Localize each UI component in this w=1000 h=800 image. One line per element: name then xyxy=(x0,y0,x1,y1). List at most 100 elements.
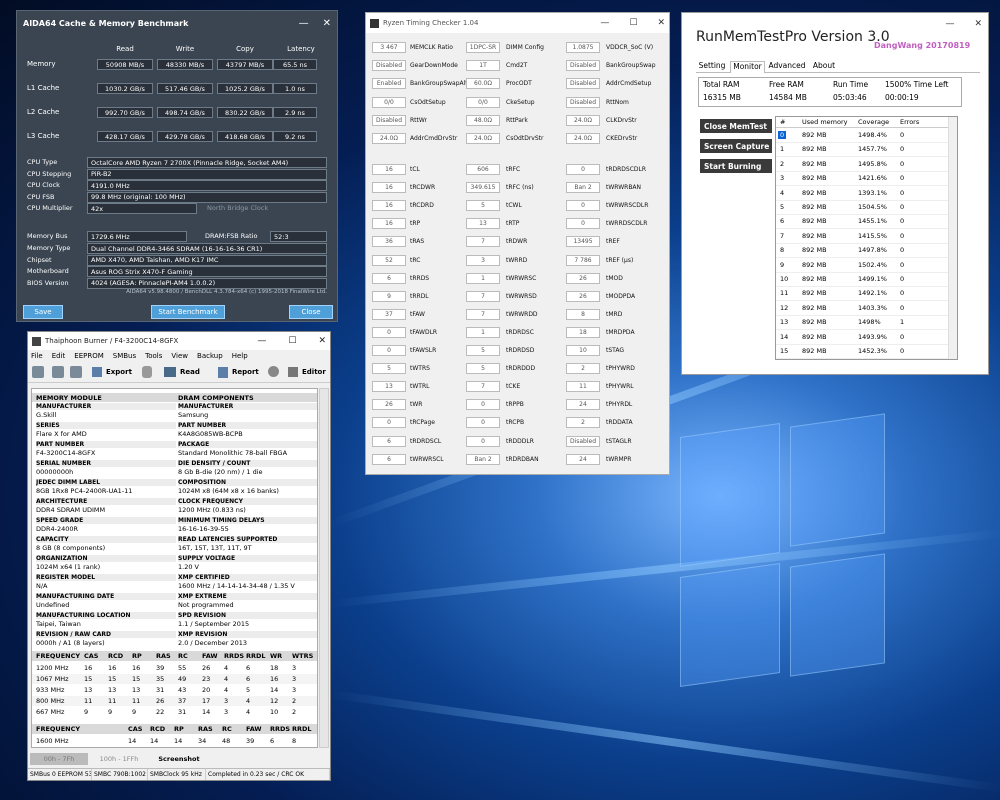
freq-cell: 10 xyxy=(270,708,279,716)
menu-eeprom[interactable]: EEPROM xyxy=(74,352,103,360)
freq-col: RCD xyxy=(108,652,124,660)
table-row[interactable]: 6 892 MB 1455.1% 0 xyxy=(776,215,948,230)
rmt-window[interactable]: — ✕ RunMemTestPro Version 3.0 DangWang 20… xyxy=(681,12,989,375)
spd-key: REVISION / RAW CARD xyxy=(36,631,176,638)
screenshot-button[interactable]: Screenshot xyxy=(150,753,208,765)
table-row[interactable]: 11 892 MB 1492.1% 0 xyxy=(776,287,948,302)
freq-cell: 4 xyxy=(246,697,251,705)
table-row[interactable]: 10 892 MB 1499.1% 0 xyxy=(776,273,948,287)
tab-about[interactable]: About xyxy=(809,61,839,73)
tab-advanced[interactable]: Advanced xyxy=(767,61,807,73)
table-row[interactable]: 4 892 MB 1393.1% 0 xyxy=(776,187,948,201)
export-button[interactable]: Export xyxy=(106,368,132,376)
close-button[interactable]: Close xyxy=(289,305,333,319)
save-button[interactable]: Save xyxy=(23,305,63,319)
spd-key: PART NUMBER xyxy=(36,441,176,448)
start-benchmark-button[interactable]: Start Benchmark xyxy=(151,305,225,319)
minimize-icon[interactable]: — xyxy=(257,336,266,346)
cell: 11 xyxy=(780,289,789,298)
timing-value: 1 xyxy=(466,272,500,284)
thaiphoon-titlebar[interactable]: Thaiphoon Burner / F4-3200C14-8GFX — ☐ ✕ xyxy=(28,332,330,350)
close-icon[interactable]: ✕ xyxy=(318,336,326,346)
spd-value: 16T, 15T, 13T, 11T, 9T xyxy=(178,544,252,552)
timing-label: tRDRDDD xyxy=(506,365,536,373)
table-row[interactable]: 2 892 MB 1495.8% 0 xyxy=(776,158,948,172)
table-row[interactable]: 8 892 MB 1497.8% 0 xyxy=(776,244,948,259)
freq-cell: 12 xyxy=(270,697,279,705)
tab-setting[interactable]: Setting xyxy=(696,61,728,73)
start-burning-button[interactable]: Start Burning xyxy=(700,159,772,173)
cell: 7 xyxy=(780,231,785,240)
close-icon[interactable]: ✕ xyxy=(974,19,982,29)
report-button[interactable]: Report xyxy=(232,368,259,376)
table-row[interactable]: 13 892 MB 1498% 1 xyxy=(776,316,948,331)
rtc-value: 1T xyxy=(466,60,500,72)
spd-value: Taipei, Taiwan xyxy=(36,620,81,628)
scrollbar[interactable] xyxy=(319,388,329,748)
maximize-icon[interactable]: ☐ xyxy=(288,336,296,346)
table-row[interactable]: 3 892 MB 1421.6% 0 xyxy=(776,172,948,187)
bench-value: 9.2 ns xyxy=(273,131,317,142)
rmt-stats: Total RAM 16315 MB Free RAM 14584 MB Run Tim… xyxy=(698,77,962,107)
menu-help[interactable]: Help xyxy=(232,352,248,360)
save-icon[interactable] xyxy=(52,366,64,378)
freq-col: FAW xyxy=(202,652,218,660)
table-row[interactable]: 15 892 MB 1452.3% 0 xyxy=(776,345,948,359)
minimize-icon[interactable]: — xyxy=(600,18,609,28)
table-row[interactable]: 5 892 MB 1504.5% 0 xyxy=(776,201,948,215)
table-row[interactable]: 12 892 MB 1403.3% 0 xyxy=(776,302,948,316)
aida64-titlebar[interactable]: AIDA64 Cache & Memory Benchmark — ✕ xyxy=(17,11,337,35)
menu-tools[interactable]: Tools xyxy=(145,352,162,360)
lock-icon[interactable] xyxy=(142,366,152,378)
bench-value: 418.68 GB/s xyxy=(217,131,273,142)
aida64-window[interactable]: AIDA64 Cache & Memory Benchmark — ✕ Read W… xyxy=(16,10,338,322)
minimize-icon[interactable]: — xyxy=(299,18,309,29)
close-icon[interactable]: ✕ xyxy=(323,18,331,29)
rtc-value: Disabled xyxy=(566,60,600,72)
close-icon[interactable]: ✕ xyxy=(657,18,665,28)
spd-key: REGISTER MODEL xyxy=(36,574,176,581)
table-row[interactable]: 9 892 MB 1502.4% 0 xyxy=(776,259,948,273)
link-icon[interactable] xyxy=(32,366,44,378)
cell: 892 MB xyxy=(802,275,827,283)
rtc-window[interactable]: Ryzen Timing Checker 1.04 — ☐ ✕ 3 467 MEMCL… xyxy=(365,12,670,475)
table-row[interactable]: 14 892 MB 1493.9% 0 xyxy=(776,331,948,345)
range-00-7f-button[interactable]: 00h - 7Fh xyxy=(30,753,88,765)
table-row[interactable]: 7 892 MB 1415.5% 0 xyxy=(776,230,948,244)
spd-value: 8GB 1Rx8 PC4-2400R-UA1-11 xyxy=(36,487,133,495)
table-row[interactable]: 1 892 MB 1457.7% 0 xyxy=(776,143,948,158)
cell: 1455.1% xyxy=(858,217,887,226)
disk-icon[interactable] xyxy=(70,366,82,378)
timing-label: tRTP xyxy=(506,220,520,228)
menu-smbus[interactable]: SMBus xyxy=(113,352,136,360)
cell: 1 xyxy=(780,145,785,154)
xmp-col: FREQUENCY xyxy=(36,725,81,733)
rtc-label: BankGroupSwapAlt xyxy=(410,80,468,88)
close-memtest-button[interactable]: Close MemTest xyxy=(700,119,772,133)
spd-value: F4-3200C14-8GFX xyxy=(36,449,96,457)
menu-view[interactable]: View xyxy=(171,352,188,360)
spd-key: MANUFACTURING LOCATION xyxy=(36,612,176,619)
screen-capture-button[interactable]: Screen Capture xyxy=(700,139,772,153)
menu-file[interactable]: File xyxy=(31,352,43,360)
scrollbar[interactable] xyxy=(948,117,957,359)
maximize-icon[interactable]: ☐ xyxy=(629,18,637,28)
wrench-icon[interactable] xyxy=(268,366,279,377)
tab-monitor[interactable]: Monitor xyxy=(730,61,765,73)
minimize-icon[interactable]: — xyxy=(945,19,954,29)
spd-value: Not programmed xyxy=(178,601,234,609)
table-row[interactable]: 0 892 MB 1498.4% 0 xyxy=(776,129,948,143)
range-100-1ff-button[interactable]: 100h - 1FFh xyxy=(90,753,148,765)
menu-edit[interactable]: Edit xyxy=(52,352,66,360)
stat-value: 00:00:19 xyxy=(885,93,919,102)
stat-value: 16315 MB xyxy=(703,93,741,102)
read-button[interactable]: Read xyxy=(180,368,200,376)
column-header: Copy xyxy=(236,45,254,53)
menu-backup[interactable]: Backup xyxy=(197,352,223,360)
column-header: Coverage xyxy=(858,118,890,126)
freq-cell: 4 xyxy=(224,686,229,694)
timing-value: 7 xyxy=(466,236,500,248)
rtc-titlebar[interactable]: Ryzen Timing Checker 1.04 — ☐ ✕ xyxy=(366,13,669,33)
editor-button[interactable]: Editor xyxy=(302,368,326,376)
thaiphoon-window[interactable]: Thaiphoon Burner / F4-3200C14-8GFX — ☐ ✕ F… xyxy=(27,331,331,781)
